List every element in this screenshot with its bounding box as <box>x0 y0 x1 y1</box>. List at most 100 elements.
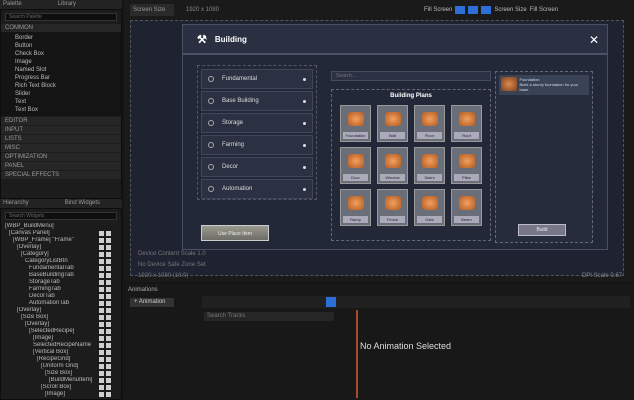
visibility-toggles[interactable] <box>99 266 113 271</box>
eye-icon[interactable] <box>99 350 104 355</box>
lock-icon[interactable] <box>106 336 111 341</box>
eye-icon[interactable] <box>99 266 104 271</box>
visibility-toggles[interactable] <box>99 238 113 243</box>
category-button[interactable]: Automation <box>201 179 313 199</box>
visibility-toggles[interactable] <box>99 252 113 257</box>
lock-icon[interactable] <box>106 364 111 369</box>
building-plan-item[interactable]: Beam <box>451 189 482 226</box>
building-plan-item[interactable]: Fence <box>377 189 408 226</box>
eye-icon[interactable] <box>99 238 104 243</box>
lock-icon[interactable] <box>106 343 111 348</box>
visibility-toggles[interactable] <box>99 231 113 236</box>
lock-icon[interactable] <box>106 287 111 292</box>
visibility-toggles[interactable] <box>99 329 113 334</box>
eye-icon[interactable] <box>99 252 104 257</box>
mode-button[interactable] <box>468 6 479 14</box>
tab-palette[interactable]: Palette <box>3 1 22 8</box>
fill-screen-label[interactable]: Fill Screen <box>424 7 452 13</box>
palette-item[interactable]: Border <box>11 34 121 42</box>
eye-icon[interactable] <box>99 231 104 236</box>
visibility-toggles[interactable] <box>99 343 113 348</box>
visibility-toggles[interactable] <box>99 322 113 327</box>
lock-icon[interactable] <box>106 322 111 327</box>
snap-button[interactable] <box>326 297 336 307</box>
lock-icon[interactable] <box>106 371 111 376</box>
building-plan-item[interactable]: Pillar <box>451 147 482 184</box>
visibility-toggles[interactable] <box>99 259 113 264</box>
category-button[interactable]: Farming <box>201 135 313 155</box>
eye-icon[interactable] <box>99 364 104 369</box>
lock-icon[interactable] <box>106 266 111 271</box>
lock-icon[interactable] <box>106 308 111 313</box>
eye-icon[interactable] <box>99 378 104 383</box>
eye-icon[interactable] <box>99 273 104 278</box>
visibility-toggles[interactable] <box>99 273 113 278</box>
visibility-toggles[interactable] <box>99 357 113 362</box>
visibility-toggles[interactable] <box>99 350 113 355</box>
lock-icon[interactable] <box>106 280 111 285</box>
category-button[interactable]: Fundamental <box>201 69 313 89</box>
visibility-toggles[interactable] <box>99 385 113 390</box>
building-plan-item[interactable]: Ramp <box>340 189 371 226</box>
lock-icon[interactable] <box>106 350 111 355</box>
mode-button[interactable] <box>481 6 492 14</box>
eye-icon[interactable] <box>99 259 104 264</box>
visibility-toggles[interactable] <box>99 308 113 313</box>
visibility-toggles[interactable] <box>99 378 113 383</box>
visibility-toggles[interactable] <box>99 364 113 369</box>
eye-icon[interactable] <box>99 245 104 250</box>
palette-section[interactable]: EDITOR <box>1 117 121 125</box>
playhead[interactable] <box>356 310 358 398</box>
palette-section[interactable]: OPTIMIZATION <box>1 153 121 161</box>
building-plan-item[interactable]: Roof <box>451 105 482 142</box>
category-button[interactable]: Decor <box>201 157 313 177</box>
visibility-toggles[interactable] <box>99 294 113 299</box>
eye-icon[interactable] <box>99 336 104 341</box>
lock-icon[interactable] <box>106 245 111 250</box>
eye-icon[interactable] <box>99 392 104 397</box>
building-plan-item[interactable]: Floor <box>414 105 445 142</box>
palette-section[interactable]: MISC <box>1 144 121 152</box>
eye-icon[interactable] <box>99 357 104 362</box>
lock-icon[interactable] <box>106 301 111 306</box>
lock-icon[interactable] <box>106 378 111 383</box>
eye-icon[interactable] <box>99 287 104 292</box>
building-plan-item[interactable]: Wall <box>377 105 408 142</box>
building-plan-item[interactable]: Window <box>377 147 408 184</box>
eye-icon[interactable] <box>99 315 104 320</box>
palette-item[interactable]: Named Slot <box>11 66 121 74</box>
screen-size-tab[interactable]: Screen Size <box>130 4 174 16</box>
category-button[interactable]: Base Building <box>201 91 313 111</box>
hierarchy-search-input[interactable]: Search Widgets <box>5 212 117 220</box>
visibility-toggles[interactable] <box>99 280 113 285</box>
use-place-item-button[interactable]: Use Place Item <box>201 225 269 241</box>
animations-tab[interactable]: Animations <box>128 287 158 293</box>
eye-icon[interactable] <box>99 385 104 390</box>
tab-library[interactable]: Library <box>58 1 76 8</box>
eye-icon[interactable] <box>99 343 104 348</box>
palette-item[interactable]: Check Box <box>11 50 121 58</box>
mode-button[interactable] <box>455 6 466 14</box>
visibility-toggles[interactable] <box>99 336 113 341</box>
screen-size-dropdown[interactable]: Screen Size <box>494 7 526 13</box>
palette-section[interactable]: SPECIAL EFFECTS <box>1 171 121 179</box>
eye-icon[interactable] <box>99 280 104 285</box>
build-button[interactable]: Build <box>518 224 566 236</box>
building-plan-item[interactable]: Stairs <box>414 147 445 184</box>
visibility-toggles[interactable] <box>99 315 113 320</box>
lock-icon[interactable] <box>106 392 111 397</box>
visibility-toggles[interactable] <box>99 301 113 306</box>
palette-item[interactable]: Image <box>11 58 121 66</box>
lock-icon[interactable] <box>106 238 111 243</box>
hierarchy-item[interactable]: [WBP_BuildMenu] <box>1 223 121 230</box>
palette-item[interactable]: Button <box>11 42 121 50</box>
recipe-search-input[interactable]: Search... <box>331 71 491 81</box>
palette-section-favorites[interactable]: COMMON <box>1 24 121 32</box>
lock-icon[interactable] <box>106 385 111 390</box>
palette-section[interactable]: PANEL <box>1 162 121 170</box>
track-search-input[interactable]: Search Tracks <box>204 312 334 321</box>
eye-icon[interactable] <box>99 301 104 306</box>
lock-icon[interactable] <box>106 294 111 299</box>
visibility-toggles[interactable] <box>99 245 113 250</box>
palette-item[interactable]: Progress Bar <box>11 74 121 82</box>
